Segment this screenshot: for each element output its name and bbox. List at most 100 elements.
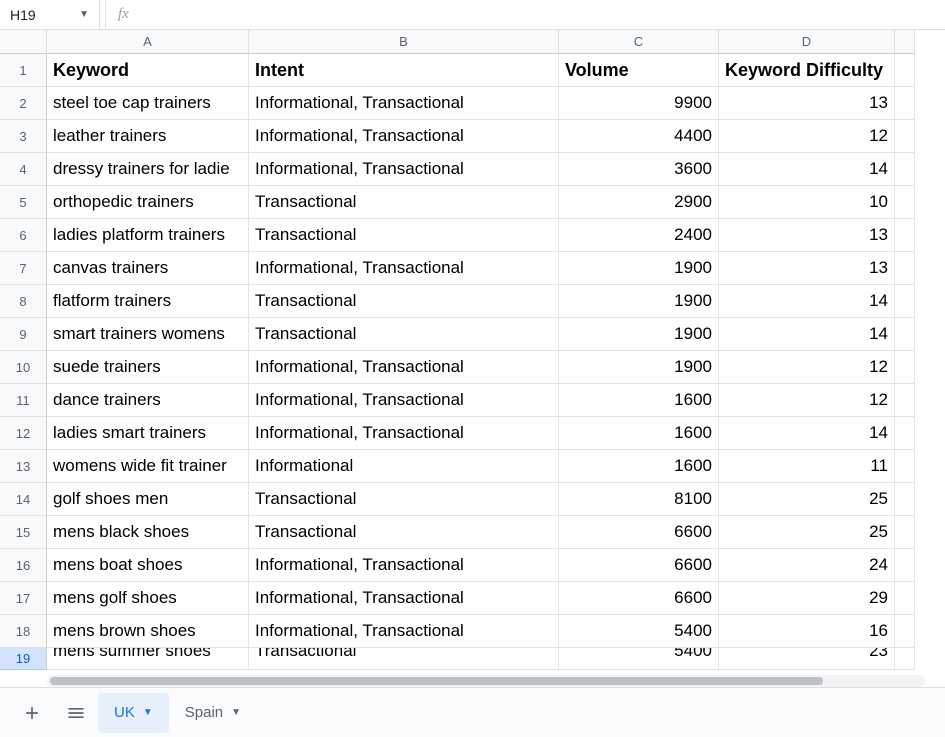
cell-intent[interactable]: Informational, Transactional: [249, 549, 559, 582]
cell-volume[interactable]: 1900: [559, 285, 719, 318]
cell-volume[interactable]: 2900: [559, 186, 719, 219]
cell-volume[interactable]: 1900: [559, 318, 719, 351]
cell-keyword[interactable]: mens summer shoes: [47, 648, 249, 670]
chevron-down-icon[interactable]: ▼: [231, 707, 241, 718]
row-header-17[interactable]: 17: [0, 582, 47, 615]
all-sheets-button[interactable]: [54, 691, 98, 735]
cell-difficulty[interactable]: 23: [719, 648, 895, 670]
cell-intent[interactable]: Informational, Transactional: [249, 384, 559, 417]
row-header-11[interactable]: 11: [0, 384, 47, 417]
select-all-corner[interactable]: [0, 30, 47, 54]
cell-intent[interactable]: Informational, Transactional: [249, 153, 559, 186]
cell-volume[interactable]: 9900: [559, 87, 719, 120]
cell-difficulty[interactable]: 12: [719, 120, 895, 153]
row-header-10[interactable]: 10: [0, 351, 47, 384]
cell-difficulty[interactable]: 29: [719, 582, 895, 615]
chevron-down-icon[interactable]: ▼: [79, 9, 89, 20]
cell-keyword[interactable]: Keyword: [47, 54, 249, 87]
cell-keyword[interactable]: mens brown shoes: [47, 615, 249, 648]
cell-intent[interactable]: Transactional: [249, 219, 559, 252]
cell-empty[interactable]: [895, 450, 915, 483]
cell-volume[interactable]: 1900: [559, 351, 719, 384]
cell-difficulty[interactable]: 11: [719, 450, 895, 483]
cell-volume[interactable]: 5400: [559, 648, 719, 670]
cell-keyword[interactable]: suede trainers: [47, 351, 249, 384]
row-header-3[interactable]: 3: [0, 120, 47, 153]
cell-volume[interactable]: 5400: [559, 615, 719, 648]
cell-intent[interactable]: Informational, Transactional: [249, 615, 559, 648]
cell-difficulty[interactable]: 25: [719, 483, 895, 516]
column-header-B[interactable]: B: [249, 30, 559, 54]
cell-empty[interactable]: [895, 648, 915, 670]
cell-intent[interactable]: Informational: [249, 450, 559, 483]
cell-intent[interactable]: Intent: [249, 54, 559, 87]
cell-empty[interactable]: [895, 252, 915, 285]
cell-empty[interactable]: [895, 516, 915, 549]
cell-intent[interactable]: Transactional: [249, 516, 559, 549]
cell-difficulty[interactable]: 14: [719, 417, 895, 450]
cell-keyword[interactable]: canvas trainers: [47, 252, 249, 285]
row-header-9[interactable]: 9: [0, 318, 47, 351]
row-header-18[interactable]: 18: [0, 615, 47, 648]
row-header-19[interactable]: 19: [0, 648, 47, 670]
cell-empty[interactable]: [895, 87, 915, 120]
cell-volume[interactable]: 1600: [559, 417, 719, 450]
row-header-12[interactable]: 12: [0, 417, 47, 450]
column-header-E[interactable]: [895, 30, 915, 54]
add-sheet-button[interactable]: [10, 691, 54, 735]
cell-empty[interactable]: [895, 54, 915, 87]
cell-difficulty[interactable]: 13: [719, 219, 895, 252]
cell-difficulty[interactable]: 13: [719, 87, 895, 120]
cell-keyword[interactable]: womens wide fit trainer: [47, 450, 249, 483]
row-header-14[interactable]: 14: [0, 483, 47, 516]
column-header-C[interactable]: C: [559, 30, 719, 54]
cell-difficulty[interactable]: 14: [719, 318, 895, 351]
cell-volume[interactable]: 6600: [559, 582, 719, 615]
cell-difficulty[interactable]: 16: [719, 615, 895, 648]
cell-volume[interactable]: 6600: [559, 516, 719, 549]
row-header-2[interactable]: 2: [0, 87, 47, 120]
cell-empty[interactable]: [895, 384, 915, 417]
cell-empty[interactable]: [895, 549, 915, 582]
cell-difficulty[interactable]: 12: [719, 351, 895, 384]
cell-difficulty[interactable]: 12: [719, 384, 895, 417]
cell-volume[interactable]: 2400: [559, 219, 719, 252]
cell-keyword[interactable]: mens boat shoes: [47, 549, 249, 582]
cell-volume[interactable]: 1600: [559, 450, 719, 483]
cell-intent[interactable]: Transactional: [249, 186, 559, 219]
column-header-D[interactable]: D: [719, 30, 895, 54]
cell-keyword[interactable]: ladies smart trainers: [47, 417, 249, 450]
cell-keyword[interactable]: golf shoes men: [47, 483, 249, 516]
cell-difficulty[interactable]: Keyword Difficulty: [719, 54, 895, 87]
row-header-16[interactable]: 16: [0, 549, 47, 582]
cell-empty[interactable]: [895, 153, 915, 186]
cell-difficulty[interactable]: 13: [719, 252, 895, 285]
cell-intent[interactable]: Transactional: [249, 285, 559, 318]
cell-intent[interactable]: Informational, Transactional: [249, 252, 559, 285]
cell-empty[interactable]: [895, 285, 915, 318]
row-header-4[interactable]: 4: [0, 153, 47, 186]
cell-difficulty[interactable]: 25: [719, 516, 895, 549]
cell-difficulty[interactable]: 24: [719, 549, 895, 582]
cell-intent[interactable]: Transactional: [249, 648, 559, 670]
cell-volume[interactable]: 6600: [559, 549, 719, 582]
sheet-tab-spain[interactable]: Spain▼: [169, 693, 257, 733]
cell-empty[interactable]: [895, 351, 915, 384]
column-header-A[interactable]: A: [47, 30, 249, 54]
cell-volume[interactable]: 1600: [559, 384, 719, 417]
cell-keyword[interactable]: mens black shoes: [47, 516, 249, 549]
cell-difficulty[interactable]: 10: [719, 186, 895, 219]
row-header-13[interactable]: 13: [0, 450, 47, 483]
cell-keyword[interactable]: steel toe cap trainers: [47, 87, 249, 120]
row-header-6[interactable]: 6: [0, 219, 47, 252]
cell-keyword[interactable]: smart trainers womens: [47, 318, 249, 351]
cell-intent[interactable]: Transactional: [249, 318, 559, 351]
formula-input[interactable]: [141, 0, 945, 29]
cell-intent[interactable]: Informational, Transactional: [249, 582, 559, 615]
cell-volume[interactable]: 8100: [559, 483, 719, 516]
row-header-5[interactable]: 5: [0, 186, 47, 219]
cell-empty[interactable]: [895, 120, 915, 153]
cell-intent[interactable]: Transactional: [249, 483, 559, 516]
cell-volume[interactable]: 4400: [559, 120, 719, 153]
cell-keyword[interactable]: ladies platform trainers: [47, 219, 249, 252]
